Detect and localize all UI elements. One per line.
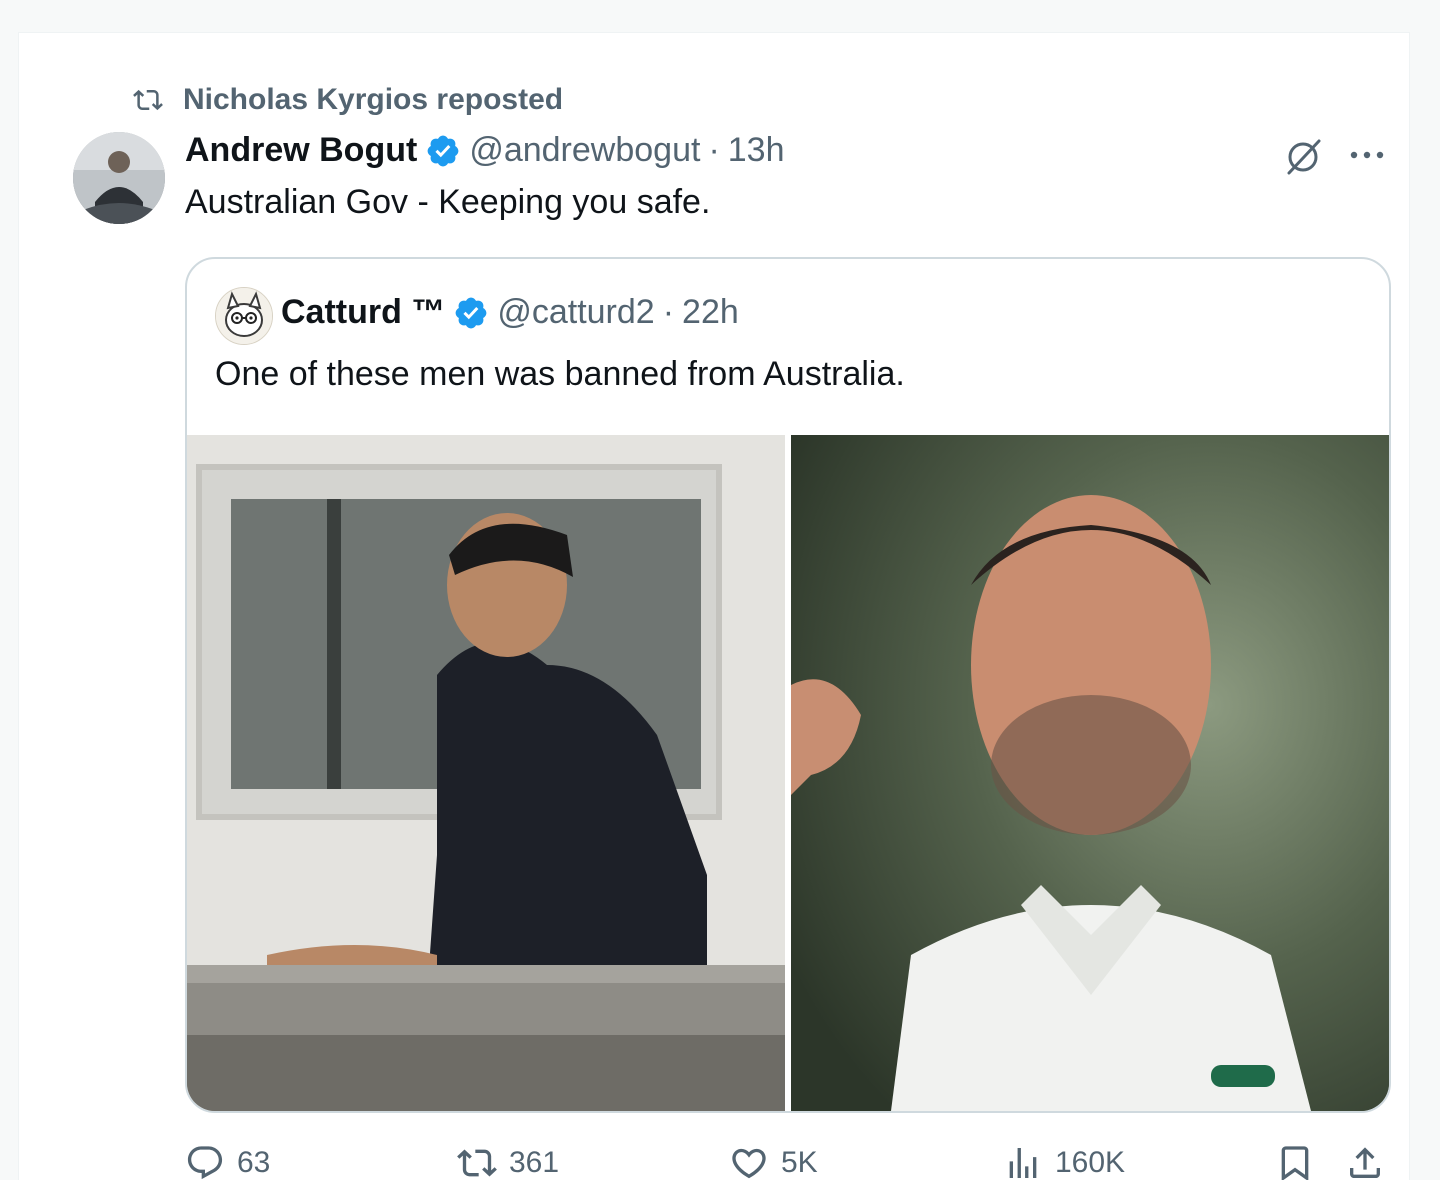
tweet-time[interactable]: 13h bbox=[728, 131, 785, 170]
share-icon bbox=[1350, 1147, 1380, 1178]
catturd-avatar-image bbox=[216, 288, 272, 344]
verified-badge-icon bbox=[455, 297, 487, 328]
more-options-icon[interactable] bbox=[1347, 145, 1387, 165]
repost-icon bbox=[457, 1149, 497, 1177]
bookmark-icon bbox=[1281, 1146, 1309, 1180]
quoted-author-row: Catturd ™ @catturd2 · 22h bbox=[281, 293, 739, 332]
quoted-tweet[interactable]: Catturd ™ @catturd2 · 22h One of these m… bbox=[185, 257, 1391, 1113]
repost-button[interactable]: 361 bbox=[457, 1137, 559, 1180]
tweet-card[interactable]: Nicholas Kyrgios reposted Andrew Bogut @… bbox=[18, 32, 1410, 1180]
quoted-author-name[interactable]: Catturd ™ bbox=[281, 293, 445, 332]
separator-dot: · bbox=[662, 293, 675, 331]
quoted-author-avatar[interactable] bbox=[215, 287, 273, 345]
quoted-tweet-time[interactable]: 22h bbox=[682, 293, 739, 332]
author-name[interactable]: Andrew Bogut bbox=[185, 131, 417, 170]
author-avatar[interactable] bbox=[73, 132, 165, 224]
photo-right-image bbox=[791, 435, 1389, 1111]
like-button[interactable]: 5K bbox=[729, 1137, 818, 1180]
action-bar: 63 361 5K 160K bbox=[185, 1137, 1387, 1180]
photo-left-image bbox=[187, 435, 785, 1111]
grok-icon[interactable] bbox=[1281, 135, 1325, 179]
quoted-tweet-text: One of these men was banned from Austral… bbox=[215, 355, 905, 393]
bookmark-button[interactable] bbox=[1275, 1137, 1315, 1180]
views-button[interactable]: 160K bbox=[1003, 1137, 1125, 1180]
reply-icon bbox=[187, 1146, 223, 1180]
reply-count: 63 bbox=[237, 1146, 271, 1179]
view-count: 160K bbox=[1055, 1146, 1126, 1179]
analytics-icon bbox=[1009, 1148, 1037, 1178]
photo-left[interactable] bbox=[187, 435, 785, 1111]
author-handle[interactable]: @andrewbogut bbox=[469, 131, 700, 170]
share-button[interactable] bbox=[1345, 1137, 1385, 1180]
repost-banner: Nicholas Kyrgios reposted bbox=[129, 83, 563, 117]
repost-count: 361 bbox=[509, 1146, 560, 1179]
media-grid bbox=[187, 435, 1389, 1111]
quoted-author-handle[interactable]: @catturd2 bbox=[497, 293, 654, 332]
heart-icon bbox=[732, 1148, 766, 1179]
separator-dot: · bbox=[708, 131, 720, 169]
avatar-image bbox=[73, 132, 165, 224]
author-row: Andrew Bogut @andrewbogut · 13h bbox=[185, 131, 785, 170]
like-count: 5K bbox=[781, 1146, 818, 1179]
repost-icon bbox=[133, 89, 163, 111]
photo-right[interactable] bbox=[791, 435, 1389, 1111]
page: Nicholas Kyrgios reposted Andrew Bogut @… bbox=[0, 0, 1440, 1180]
repost-banner-text[interactable]: Nicholas Kyrgios reposted bbox=[183, 83, 563, 117]
verified-badge-icon bbox=[427, 135, 459, 166]
reply-button[interactable]: 63 bbox=[185, 1137, 270, 1180]
tweet-text: Australian Gov - Keeping you safe. bbox=[185, 183, 711, 221]
